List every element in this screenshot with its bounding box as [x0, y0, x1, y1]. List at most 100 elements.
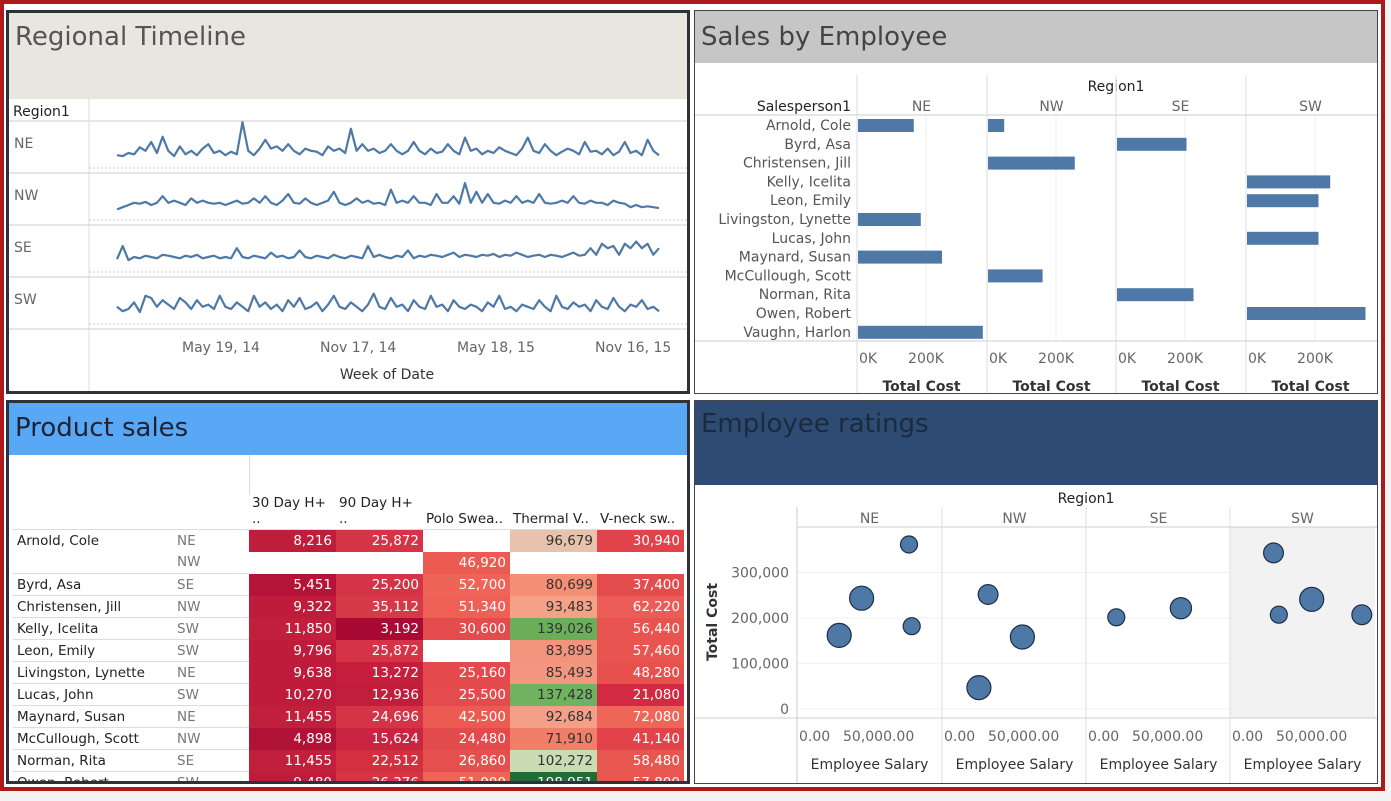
product-sales-row[interactable]: Norman, Rita SE 11,455 22,512 26,860 102,272 5… [13, 749, 684, 772]
product-sales-cell[interactable]: 85,493 [510, 661, 597, 684]
product-sales-cell[interactable]: 26,376 [336, 771, 423, 781]
product-sales-row[interactable]: Owen, Robert SW 9,480 26,376 51,000 198,951 57… [13, 771, 684, 781]
product-sales-cell[interactable]: 30,940 [597, 529, 684, 552]
product-sales-cell[interactable] [510, 551, 597, 574]
product-sales-cell[interactable]: 46,920 [423, 551, 510, 574]
product-sales-column-header[interactable]: Polo Swea.. [423, 495, 510, 530]
ratings-y-tick: 100,000 [731, 656, 789, 672]
product-sales-cell[interactable]: 11,850 [249, 617, 336, 640]
product-sales-column-header[interactable]: Thermal V.. [510, 495, 597, 530]
product-sales-row[interactable]: Lucas, John SW 10,270 12,936 25,500 137,428 21… [13, 683, 684, 706]
product-sales-cell[interactable]: 72,080 [597, 705, 684, 728]
ratings-point [1009, 624, 1035, 650]
product-sales-cell[interactable]: 93,483 [510, 595, 597, 618]
product-sales-row[interactable]: McCullough, Scott NW 4,898 15,624 24,480 71,9… [13, 727, 684, 750]
product-sales-cell[interactable]: 92,684 [510, 705, 597, 728]
product-sales-cell[interactable]: 137,428 [510, 683, 597, 706]
product-sales-panel[interactable]: Product sales 30 Day H+ .. 90 Day H+ .. Po… [6, 400, 690, 784]
product-sales-cell[interactable]: 25,872 [336, 529, 423, 552]
product-sales-cell[interactable]: 51,340 [423, 595, 510, 618]
product-sales-cell[interactable]: 71,910 [510, 727, 597, 750]
product-sales-cell[interactable] [597, 551, 684, 574]
product-sales-cell[interactable]: 22,512 [336, 749, 423, 772]
product-sales-table[interactable]: 30 Day H+ .. 90 Day H+ .. Polo Swea.. Therm… [13, 495, 684, 781]
product-sales-cell[interactable]: 26,860 [423, 749, 510, 772]
product-sales-cell[interactable]: 11,455 [249, 749, 336, 772]
sales-by-employee-panel[interactable]: Sales by Employee Region1 Salesperson1 NE 0… [694, 10, 1378, 394]
product-sales-cell[interactable]: 42,500 [423, 705, 510, 728]
product-sales-cell[interactable]: 52,700 [423, 573, 510, 596]
product-sales-row[interactable]: Christensen, Jill NW 9,322 35,112 51,340 93,4… [13, 595, 684, 618]
product-sales-cell[interactable]: 9,638 [249, 661, 336, 684]
product-sales-employee-name: Maynard, Susan [13, 705, 173, 728]
product-sales-cell[interactable]: 51,000 [423, 771, 510, 781]
product-sales-cell[interactable]: 11,455 [249, 705, 336, 728]
sales-salesperson-label: Maynard, Susan [739, 250, 851, 266]
product-sales-cell[interactable]: 83,895 [510, 639, 597, 662]
product-sales-cell[interactable]: 41,140 [597, 727, 684, 750]
sales-axis-tick: 200K [1297, 351, 1334, 367]
regional-timeline-panel[interactable]: Regional Timeline Region1 NE NW SE SW May 19,… [6, 10, 690, 394]
product-sales-cell[interactable]: 9,796 [249, 639, 336, 662]
ratings-point [966, 675, 992, 701]
product-sales-cell[interactable]: 13,272 [336, 661, 423, 684]
product-sales-cell[interactable] [249, 551, 336, 574]
product-sales-cell[interactable]: 25,500 [423, 683, 510, 706]
product-sales-cell[interactable] [423, 529, 510, 552]
timeline-region-label: SE [14, 240, 32, 256]
sales-bar [988, 156, 1075, 170]
regional-timeline-chart[interactable]: Region1 NE NW SE SW May 19, 14 Nov 17, 14 May 1… [9, 99, 687, 391]
employee-ratings-panel[interactable]: Employee ratings Region1 300,000 200,000 10… [694, 400, 1378, 784]
product-sales-cell[interactable]: 24,480 [423, 727, 510, 750]
product-sales-row[interactable]: Leon, Emily SW 9,796 25,872 83,895 57,460 [13, 639, 684, 662]
product-sales-cell[interactable]: 9,322 [249, 595, 336, 618]
sales-bar [858, 119, 914, 132]
timeline-row-header: Region1 [13, 104, 70, 120]
product-sales-cell[interactable]: 102,272 [510, 749, 597, 772]
product-sales-cell[interactable]: 3,192 [336, 617, 423, 640]
product-sales-cell[interactable]: 8,216 [249, 529, 336, 552]
sales-bar [1247, 307, 1366, 320]
product-sales-cell[interactable]: 58,480 [597, 749, 684, 772]
product-sales-cell[interactable]: 96,679 [510, 529, 597, 552]
product-sales-row[interactable]: Kelly, Icelita SW 11,850 3,192 30,600 139,026… [13, 617, 684, 640]
product-sales-cell[interactable]: 57,460 [597, 639, 684, 662]
product-sales-cell[interactable]: 30,600 [423, 617, 510, 640]
product-sales-cell[interactable]: 56,440 [597, 617, 684, 640]
product-sales-column-header[interactable]: V-neck sw.. [597, 495, 684, 530]
product-sales-cell[interactable]: 21,080 [597, 683, 684, 706]
product-sales-cell[interactable]: 25,200 [336, 573, 423, 596]
product-sales-cell[interactable]: 12,936 [336, 683, 423, 706]
product-sales-row[interactable]: Livingston, Lynette NE 9,638 13,272 25,160 85… [13, 661, 684, 684]
product-sales-cell[interactable]: 10,270 [249, 683, 336, 706]
product-sales-column-header[interactable]: 30 Day H+ .. [249, 495, 336, 530]
product-sales-cell[interactable]: 24,696 [336, 705, 423, 728]
product-sales-region: SW [173, 617, 249, 640]
ratings-point [826, 622, 852, 648]
product-sales-row[interactable]: Arnold, Cole NE 8,216 25,872 96,679 30,940 [13, 529, 684, 552]
product-sales-cell[interactable] [423, 639, 510, 662]
product-sales-cell[interactable]: 35,112 [336, 595, 423, 618]
product-sales-cell[interactable]: 25,160 [423, 661, 510, 684]
ratings-region-label: NW [1002, 511, 1026, 527]
product-sales-cell[interactable]: 9,480 [249, 771, 336, 781]
product-sales-column-header[interactable]: 90 Day H+ .. [336, 495, 423, 530]
product-sales-cell[interactable]: 37,400 [597, 573, 684, 596]
product-sales-cell[interactable]: 80,699 [510, 573, 597, 596]
product-sales-row[interactable]: Byrd, Asa SE 5,451 25,200 52,700 80,699 37,400 [13, 573, 684, 596]
product-sales-cell[interactable]: 57,800 [597, 771, 684, 781]
product-sales-cell[interactable]: 4,898 [249, 727, 336, 750]
sales-by-employee-chart[interactable]: Region1Salesperson1 NE0K 200KTotal CostNW0… [695, 63, 1377, 393]
product-sales-cell[interactable]: 139,026 [510, 617, 597, 640]
product-sales-cell[interactable]: 198,951 [510, 771, 597, 781]
product-sales-cell[interactable]: 15,624 [336, 727, 423, 750]
product-sales-row[interactable]: NW 46,920 [13, 551, 684, 574]
product-sales-cell[interactable]: 5,451 [249, 573, 336, 596]
product-sales-row[interactable]: Maynard, Susan NE 11,455 24,696 42,500 92,684… [13, 705, 684, 728]
product-sales-cell[interactable]: 25,872 [336, 639, 423, 662]
product-sales-cell[interactable]: 48,280 [597, 661, 684, 684]
product-sales-cell[interactable] [336, 551, 423, 574]
sales-bar [988, 269, 1043, 283]
employee-ratings-chart[interactable]: Region1 300,000 200,000 100,000 0 Total Cost N… [695, 485, 1377, 783]
product-sales-cell[interactable]: 62,220 [597, 595, 684, 618]
